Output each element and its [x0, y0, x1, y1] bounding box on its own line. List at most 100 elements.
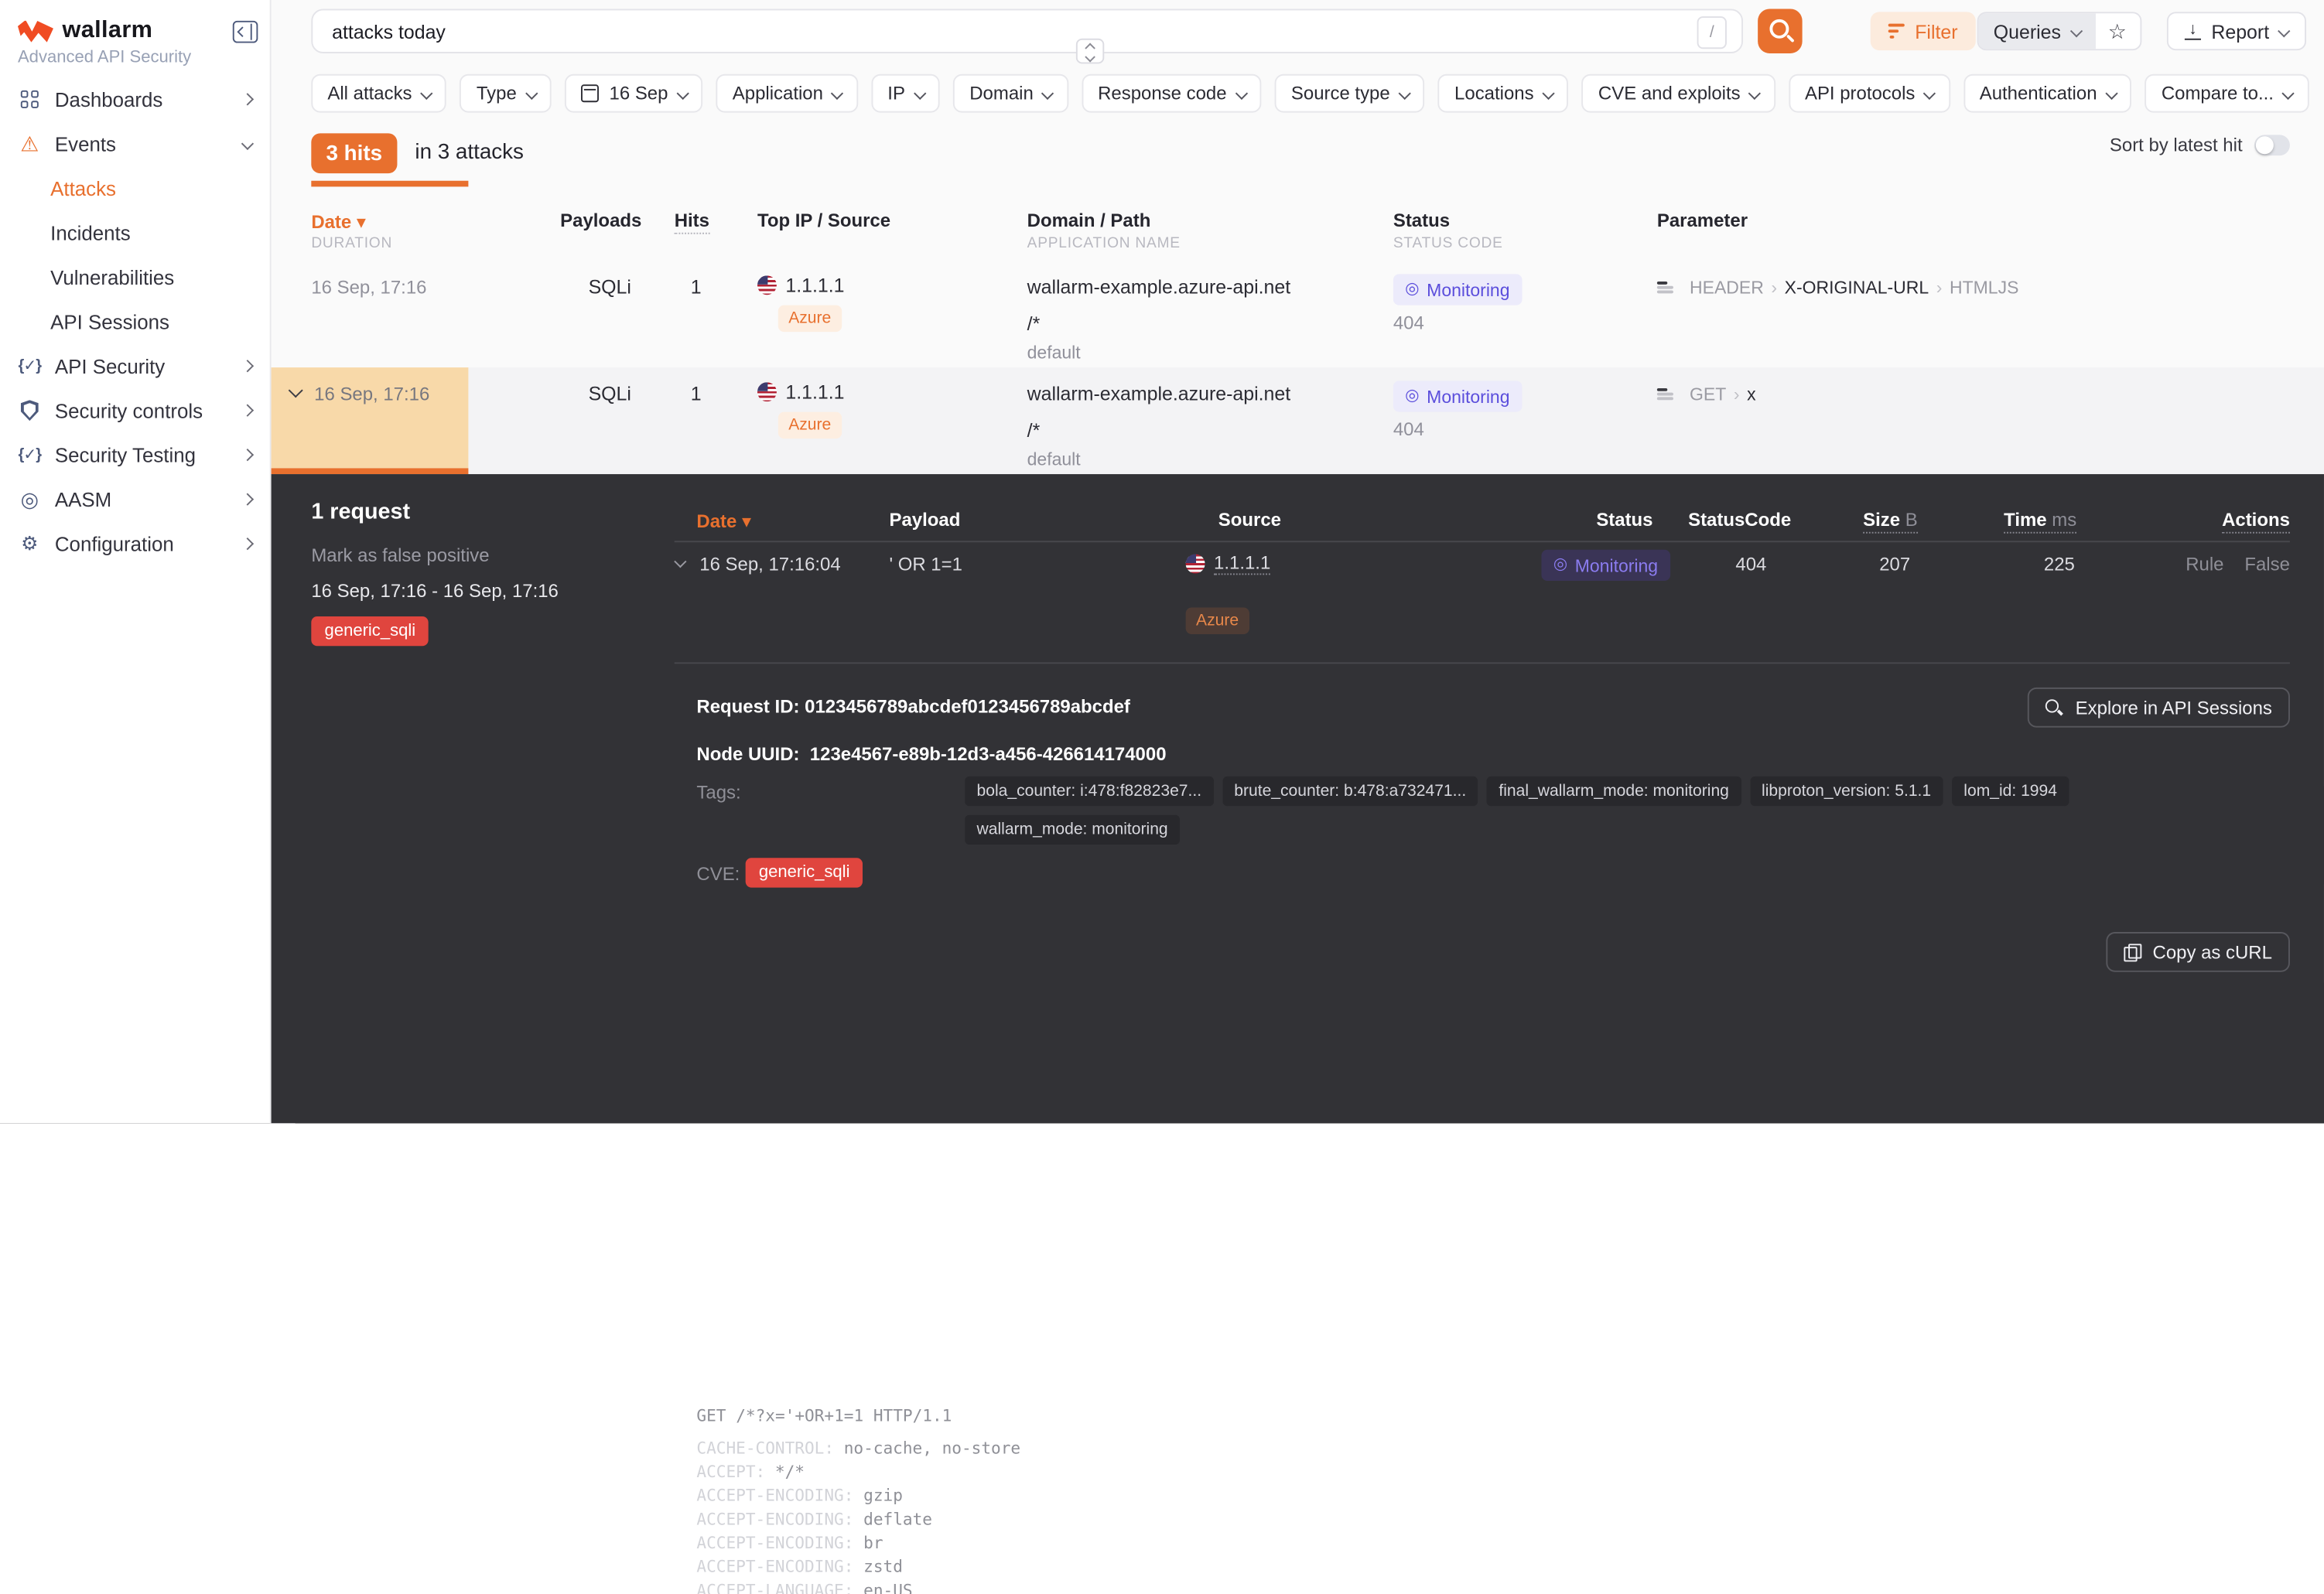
chip-locations[interactable]: Locations — [1438, 74, 1569, 113]
source-ip[interactable]: 1.1.1.1 — [757, 274, 845, 296]
column-hits[interactable]: Hits — [675, 210, 709, 231]
sidebar-item-aasm[interactable]: ◎ AASM — [0, 477, 270, 521]
chip-date[interactable]: 16 Sep — [565, 74, 702, 113]
sidebar-item-security-testing[interactable]: {✓} Security Testing — [0, 432, 270, 476]
chip-response-code[interactable]: Response code — [1082, 74, 1262, 113]
sidebar-item-security-controls[interactable]: Security controls — [0, 388, 270, 432]
chevron-right-icon — [241, 449, 254, 461]
shield-icon — [18, 400, 42, 421]
sidebar-item-attacks[interactable]: Attacks — [0, 166, 270, 210]
sidebar-item-api-sessions[interactable]: API Sessions — [0, 299, 270, 343]
column-domain: Domain / Path — [1027, 210, 1151, 231]
node-uuid: Node UUID: 123e4567-e89b-12d3-a456-42661… — [696, 744, 1166, 765]
cve-tag[interactable]: generic_sqli — [746, 858, 863, 887]
chip-compare-to[interactable]: Compare to... — [2145, 74, 2309, 113]
source-ip-link[interactable]: 1.1.1.1 — [1186, 553, 1271, 575]
detail-column-actions[interactable]: Actions — [2222, 510, 2290, 531]
chevron-right-icon — [241, 93, 254, 105]
http-header-line: ACCEPT-ENCODING: br — [696, 1532, 2289, 1556]
hits-count-badge[interactable]: 3 hits — [311, 133, 397, 173]
sidebar-item-configuration[interactable]: ⚙ Configuration — [0, 521, 270, 565]
column-date[interactable]: Date ▾ — [311, 210, 366, 233]
attack-type-tag[interactable]: generic_sqli — [311, 616, 429, 646]
explore-search-icon — [2045, 698, 2063, 716]
search-input[interactable] — [311, 9, 1743, 53]
attack-row-expanded[interactable] — [272, 367, 469, 468]
sort-label: Sort by latest hit — [2110, 135, 2243, 155]
chevron-right-icon — [241, 360, 254, 372]
detail-column-size[interactable]: Size B — [1863, 510, 1918, 531]
chip-cve-exploits[interactable]: CVE and exploits — [1582, 74, 1775, 113]
status-badge: ◎Monitoring — [1541, 550, 1670, 581]
chip-all-attacks[interactable]: All attacks — [311, 74, 446, 113]
source-ip[interactable]: 1.1.1.1 — [757, 381, 845, 403]
download-icon: ↓ — [2185, 23, 2201, 39]
chip-api-protocols[interactable]: API protocols — [1789, 74, 1950, 113]
chevron-down-icon — [241, 138, 254, 150]
http-request-line: GET /*?x='+OR+1=1 HTTP/1.1 — [696, 1405, 2289, 1428]
chevron-right-icon — [241, 404, 254, 417]
report-button[interactable]: ↓ Report — [2167, 12, 2306, 50]
copy-icon — [2124, 944, 2141, 960]
tools-icon: ⚙ — [18, 532, 42, 556]
column-top-ip: Top IP / Source — [757, 210, 890, 231]
chip-application[interactable]: Application — [716, 74, 858, 113]
chip-authentication[interactable]: Authentication — [1963, 74, 2132, 113]
app-window: wallarm Advanced API Security Dashboards… — [0, 0, 2324, 1123]
logo-row: wallarm — [18, 15, 258, 47]
chip-domain[interactable]: Domain — [953, 74, 1068, 113]
column-status: Status — [1393, 210, 1450, 231]
sidebar-item-events[interactable]: ⚠ Events — [0, 121, 270, 166]
chevron-right-icon — [241, 493, 254, 505]
search-button[interactable] — [1758, 9, 1802, 53]
sidebar-item-dashboards[interactable]: Dashboards — [0, 77, 270, 121]
filter-button[interactable]: Filter — [1871, 12, 1976, 50]
us-flag-icon — [757, 382, 777, 401]
selected-row-indicator — [272, 468, 469, 474]
detail-column-time[interactable]: Time ms — [2004, 510, 2076, 531]
chip-source-type[interactable]: Source type — [1275, 74, 1425, 113]
calendar-icon — [581, 84, 599, 102]
grid-icon — [18, 90, 42, 108]
sidebar: wallarm Advanced API Security Dashboards… — [0, 0, 272, 1123]
monitoring-icon: ◎ — [1405, 282, 1419, 298]
chip-ip[interactable]: IP — [871, 74, 940, 113]
app-subtitle: Advanced API Security — [18, 49, 191, 67]
selected-row-background — [272, 367, 2324, 474]
search-expand-icon[interactable] — [1076, 39, 1104, 64]
target-icon: ◎ — [18, 486, 42, 512]
logo-text: wallarm — [62, 18, 152, 44]
detail-column-date[interactable]: Date ▾ — [696, 510, 751, 532]
sidebar-item-vulnerabilities[interactable]: Vulnerabilities — [0, 255, 270, 299]
filter-icon — [1888, 24, 1905, 39]
parameter-breadcrumb: HEADER› X-ORIGINAL-URL› HTMLJS — [1657, 277, 2019, 298]
tag-chip: libproton_version: 5.1.1 — [1750, 777, 1943, 806]
sidebar-item-incidents[interactable]: Incidents — [0, 210, 270, 254]
column-application: APPLICATION NAME — [1027, 236, 1181, 252]
detail-column-source: Source — [1218, 510, 1281, 531]
explore-api-sessions-button[interactable]: Explore in API Sessions — [2028, 688, 2290, 728]
filter-chip-row: All attacks Type 16 Sep Application IP D… — [311, 74, 2309, 113]
source-tag-azure[interactable]: Azure — [778, 305, 842, 332]
wallarm-logo-icon — [18, 20, 53, 43]
tag-chip: final_wallarm_mode: monitoring — [1487, 777, 1741, 806]
queries-dropdown[interactable]: Queries — [1979, 13, 2095, 49]
source-tag-azure[interactable]: Azure — [778, 412, 842, 439]
favorite-star-button[interactable]: ☆ — [2095, 13, 2139, 49]
false-action[interactable]: False — [2244, 555, 2290, 575]
braces-check-icon: {✓} — [18, 446, 42, 464]
request-id: Request ID: 0123456789abcdef0123456789ab… — [696, 696, 1130, 717]
rule-action[interactable]: Rule — [2186, 555, 2223, 575]
sidebar-item-api-security[interactable]: {✓} API Security — [0, 343, 270, 387]
request-count: 1 request — [311, 500, 410, 525]
sort-toggle[interactable] — [2254, 135, 2290, 155]
copy-as-curl-button[interactable]: Copy as cURL — [2107, 932, 2290, 972]
column-status-code: STATUS CODE — [1393, 236, 1503, 252]
search-icon — [1769, 19, 1789, 39]
slash-shortcut-key: / — [1697, 16, 1727, 49]
mark-false-positive-link[interactable]: Mark as false positive — [311, 545, 489, 566]
chip-type[interactable]: Type — [460, 74, 552, 113]
attack-date-range: 16 Sep, 17:16 - 16 Sep, 17:16 — [311, 581, 559, 602]
http-header-line: ACCEPT: */* — [696, 1461, 2289, 1485]
collapse-sidebar-icon[interactable] — [233, 20, 258, 43]
